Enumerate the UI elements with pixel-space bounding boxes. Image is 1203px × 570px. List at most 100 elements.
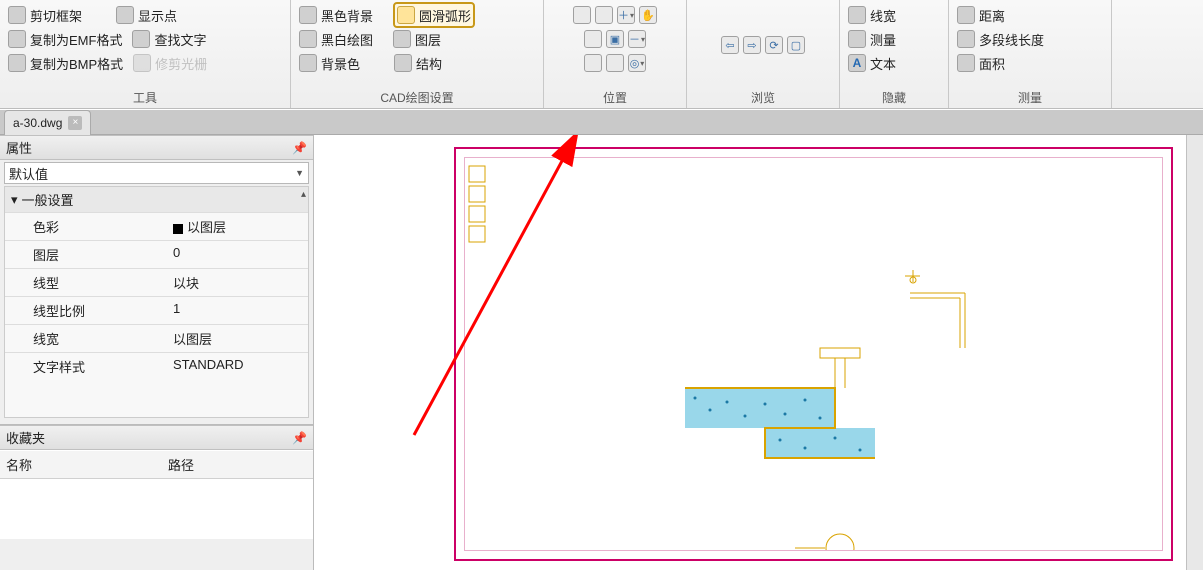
polyline-length-button[interactable]: 多段线长度 xyxy=(955,27,1105,51)
panel-title-text: 收藏夹 xyxy=(6,428,45,447)
property-section-general[interactable]: ▾ 一般设置 xyxy=(5,187,308,212)
distance-button[interactable]: 距离 xyxy=(955,3,1105,27)
prop-value[interactable]: 以图层 xyxy=(167,213,308,240)
black-bg-button[interactable]: 黑色背景 xyxy=(297,3,375,27)
find-text-button[interactable]: 查找文字 xyxy=(130,27,208,51)
file-tab[interactable]: a-30.dwg × xyxy=(4,110,91,135)
bw-draw-icon xyxy=(299,30,317,48)
btn-label: 黑白绘图 xyxy=(321,30,373,49)
pos-icon-1[interactable] xyxy=(573,6,591,24)
btn-label: 背景色 xyxy=(321,54,360,73)
property-row-ltscale[interactable]: 线型比例 1 xyxy=(5,296,308,324)
bg-color-icon xyxy=(299,54,317,72)
file-tab-label: a-30.dwg xyxy=(13,116,62,130)
property-row-textstyle[interactable]: 文字样式 STANDARD xyxy=(5,352,308,380)
linewidth-icon xyxy=(848,6,866,24)
scroll-up-icon[interactable]: ▴ xyxy=(301,189,306,200)
bw-draw-button[interactable]: 黑白绘图 xyxy=(297,27,375,51)
pos-extent-icon[interactable]: ▣ xyxy=(606,30,624,48)
btn-label: 文本 xyxy=(870,54,896,73)
group-label: 位置 xyxy=(550,87,680,106)
group-label: CAD绘图设置 xyxy=(297,87,537,106)
btn-label: 复制为EMF格式 xyxy=(30,30,122,49)
ribbon-group-measure: 距离 多段线长度 面积 测量 xyxy=(949,0,1112,108)
drawing-paper-frame xyxy=(454,147,1173,561)
properties-panel-title[interactable]: 属性 📌 xyxy=(0,135,313,160)
ribbon-group-position: ＋ ✋ ▣ － ◎ 位置 xyxy=(544,0,687,108)
cut-frame-icon xyxy=(8,6,26,24)
layers-button[interactable]: 图层 xyxy=(391,27,443,51)
find-text-icon xyxy=(132,30,150,48)
prop-key: 图层 xyxy=(5,241,167,268)
group-label: 测量 xyxy=(955,87,1105,106)
vertical-scrollbar[interactable] xyxy=(1186,135,1203,570)
zoom-reset-dropdown[interactable]: ◎ xyxy=(628,54,646,72)
show-points-icon xyxy=(116,6,134,24)
smooth-arc-button[interactable]: 圆滑弧形 xyxy=(391,3,477,27)
left-panel-stack: 属性 📌 默认值 ▼ ▴ ▾ 一般设置 色彩 以图层 图层 0 xyxy=(0,135,314,570)
group-label: 浏览 xyxy=(693,87,833,106)
close-icon[interactable]: × xyxy=(68,116,82,130)
bg-color-button[interactable]: 背景色 xyxy=(297,51,362,75)
property-row-layer[interactable]: 图层 0 xyxy=(5,240,308,268)
prop-value[interactable]: STANDARD xyxy=(167,353,308,380)
btn-label: 修剪光栅 xyxy=(155,54,207,73)
prop-value[interactable]: 1 xyxy=(167,297,308,324)
zoom-in-dropdown[interactable]: ＋ xyxy=(617,6,635,24)
favorites-panel-title[interactable]: 收藏夹 📌 xyxy=(0,425,313,450)
nav-refresh-icon[interactable]: ⟳ xyxy=(765,36,783,54)
measure-toggle-button[interactable]: 测量 xyxy=(846,27,942,51)
pin-icon[interactable]: 📌 xyxy=(292,431,307,445)
ribbon-group-cad-settings: 黑色背景 圆滑弧形 黑白绘图 xyxy=(291,0,544,108)
nav-back-icon[interactable]: ⇦ xyxy=(721,36,739,54)
copy-bmp-icon xyxy=(8,54,26,72)
properties-combo[interactable]: 默认值 ▼ xyxy=(4,162,309,184)
btn-label: 圆滑弧形 xyxy=(419,6,471,25)
trim-raster-icon xyxy=(133,54,151,72)
trim-raster-button[interactable]: 修剪光栅 xyxy=(131,51,209,75)
pan-icon[interactable]: ✋ xyxy=(639,6,657,24)
cad-drawing-preview xyxy=(465,158,1162,550)
nav-home-icon[interactable]: ▢ xyxy=(787,36,805,54)
zoom-out-dropdown[interactable]: － xyxy=(628,30,646,48)
copy-emf-button[interactable]: 复制为EMF格式 xyxy=(6,27,124,51)
pin-icon[interactable]: 📌 xyxy=(292,141,307,155)
btn-label: 测量 xyxy=(870,30,896,49)
drawing-canvas[interactable] xyxy=(314,135,1203,570)
prop-value[interactable]: 以图层 xyxy=(167,325,308,352)
btn-label: 黑色背景 xyxy=(321,6,373,25)
polyline-length-icon xyxy=(957,30,975,48)
nav-forward-icon[interactable]: ⇨ xyxy=(743,36,761,54)
pos-icon-5[interactable] xyxy=(584,30,602,48)
text-toggle-button[interactable]: A 文本 xyxy=(846,51,942,75)
area-button[interactable]: 面积 xyxy=(955,51,1105,75)
black-bg-icon xyxy=(299,6,317,24)
btn-label: 剪切框架 xyxy=(30,6,82,25)
btn-label: 查找文字 xyxy=(154,30,206,49)
structure-button[interactable]: 结构 xyxy=(392,51,444,75)
ribbon-group-hide: 线宽 测量 A 文本 隐藏 xyxy=(840,0,949,108)
smooth-arc-icon xyxy=(397,6,415,24)
favorites-col-path[interactable]: 路径 xyxy=(162,451,200,478)
favorites-col-name[interactable]: 名称 xyxy=(0,451,162,478)
panel-title-text: 属性 xyxy=(6,138,32,157)
show-points-button[interactable]: 显示点 xyxy=(114,3,179,27)
btn-label: 显示点 xyxy=(138,6,177,25)
property-grid: ▴ ▾ 一般设置 色彩 以图层 图层 0 线型 以块 线型比例 1 xyxy=(4,186,309,418)
pos-icon-2[interactable] xyxy=(595,6,613,24)
pos-icon-9[interactable] xyxy=(606,54,624,72)
btn-label: 结构 xyxy=(416,54,442,73)
linewidth-button[interactable]: 线宽 xyxy=(846,3,942,27)
structure-icon xyxy=(394,54,412,72)
file-tab-strip: a-30.dwg × xyxy=(0,109,1203,135)
prop-value[interactable]: 0 xyxy=(167,241,308,268)
prop-value[interactable]: 以块 xyxy=(167,269,308,296)
property-row-lineweight[interactable]: 线宽 以图层 xyxy=(5,324,308,352)
property-row-color[interactable]: 色彩 以图层 xyxy=(5,212,308,240)
cut-frame-button[interactable]: 剪切框架 xyxy=(6,3,84,27)
expand-icon: ▾ xyxy=(11,192,18,208)
pos-icon-8[interactable] xyxy=(584,54,602,72)
drawing-paper xyxy=(464,157,1163,551)
property-row-linetype[interactable]: 线型 以块 xyxy=(5,268,308,296)
copy-bmp-button[interactable]: 复制为BMP格式 xyxy=(6,51,125,75)
